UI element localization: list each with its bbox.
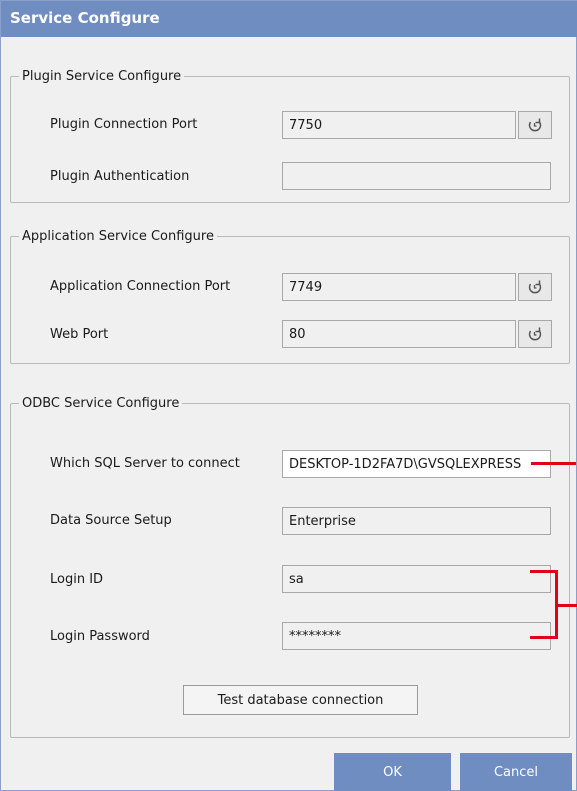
- credentials-bracket-top: [530, 570, 556, 573]
- data-source-input[interactable]: Enterprise: [282, 507, 551, 535]
- reset-port-icon: [528, 280, 542, 294]
- web-port-label: Web Port: [50, 327, 109, 342]
- sql-server-select[interactable]: DESKTOP-1D2FA7D\GVSQLEXPRESS: [282, 450, 551, 478]
- application-service-legend: Application Service Configure: [22, 229, 214, 244]
- data-source-label: Data Source Setup: [50, 513, 172, 528]
- plugin-auth-input[interactable]: [282, 162, 551, 190]
- service-configure-dialog: Service Configure Plugin Service Configu…: [0, 0, 577, 791]
- plugin-port-input[interactable]: 7750: [282, 111, 516, 139]
- credentials-bracket-pointer: [557, 604, 577, 607]
- application-port-reset-button[interactable]: [518, 273, 552, 301]
- sql-server-label: Which SQL Server to connect: [50, 456, 240, 471]
- login-id-label: Login ID: [50, 572, 104, 587]
- test-connection-button[interactable]: Test database connection: [183, 685, 418, 715]
- title-bar: Service Configure: [1, 1, 577, 37]
- web-port-input[interactable]: 80: [282, 320, 516, 348]
- login-password-label: Login Password: [50, 629, 150, 644]
- reset-port-icon: [528, 118, 542, 132]
- application-port-input[interactable]: 7749: [282, 273, 516, 301]
- plugin-port-reset-button[interactable]: [518, 111, 552, 139]
- plugin-port-label: Plugin Connection Port: [50, 117, 198, 132]
- cancel-button[interactable]: Cancel: [460, 753, 572, 791]
- ok-button[interactable]: OK: [334, 753, 451, 791]
- reset-port-icon: [528, 327, 542, 341]
- odbc-service-legend: ODBC Service Configure: [22, 396, 180, 411]
- plugin-service-legend: Plugin Service Configure: [22, 69, 182, 84]
- credentials-bracket-bottom: [530, 636, 556, 639]
- window-title: Service Configure: [10, 9, 160, 27]
- server-annotation-line: [531, 462, 576, 465]
- login-password-input[interactable]: ********: [282, 622, 551, 650]
- application-port-label: Application Connection Port: [50, 279, 231, 294]
- web-port-reset-button[interactable]: [518, 320, 552, 348]
- plugin-auth-label: Plugin Authentication: [50, 169, 190, 184]
- login-id-input[interactable]: sa: [282, 565, 551, 593]
